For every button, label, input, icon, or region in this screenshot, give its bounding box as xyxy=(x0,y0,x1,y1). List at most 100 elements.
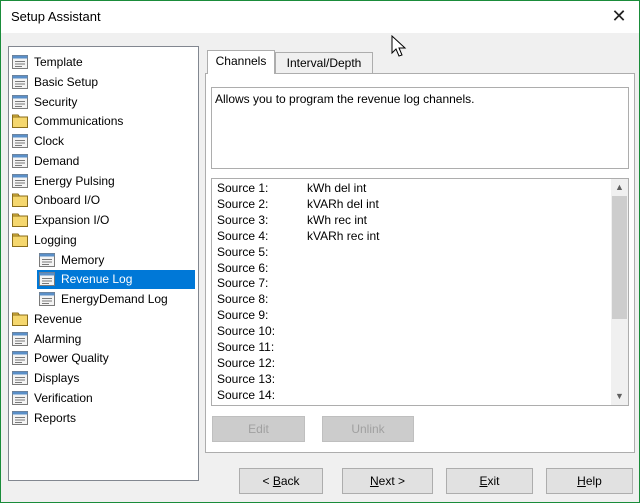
doc-icon xyxy=(39,272,55,287)
title-bar: Setup Assistant ✕ xyxy=(1,1,639,33)
tree-item-label: Logging xyxy=(34,232,77,247)
doc-icon xyxy=(39,252,55,267)
tree-item-label: Template xyxy=(34,55,83,69)
tree-item-label: Verification xyxy=(34,390,93,405)
source-value: kVARh del int xyxy=(307,196,379,211)
edit-button[interactable]: Edit xyxy=(212,416,305,442)
back-prefix: < xyxy=(262,474,273,488)
source-row[interactable]: Source 1: kWh del int xyxy=(217,181,607,196)
tree-item[interactable]: Revenue xyxy=(10,310,195,329)
source-row[interactable]: Source 6: xyxy=(217,261,607,276)
tree-item-label: Communications xyxy=(34,114,124,129)
scroll-thumb[interactable] xyxy=(612,196,627,319)
tree-item[interactable]: Memory xyxy=(37,251,195,270)
next-mnemonic: N xyxy=(369,474,379,488)
source-label: Source 1: xyxy=(217,181,269,195)
tree-item[interactable]: Logging xyxy=(10,231,195,250)
tab-channels[interactable]: Channels xyxy=(207,50,275,74)
folder-icon xyxy=(12,312,28,326)
source-row[interactable]: Source 2: kVARh del int xyxy=(217,197,607,212)
tree-item[interactable]: EnergyDemand Log xyxy=(37,290,195,309)
folder-icon xyxy=(12,213,28,227)
back-mnemonic: B xyxy=(272,474,281,488)
source-row[interactable]: Source 12: xyxy=(217,356,607,371)
tree-item-label: Energy Pulsing xyxy=(34,173,115,188)
doc-icon xyxy=(12,351,28,366)
source-row[interactable]: Source 7: xyxy=(217,276,607,291)
doc-icon xyxy=(12,371,28,385)
source-row[interactable]: Source 10: xyxy=(217,324,607,339)
tree-item[interactable]: Security xyxy=(10,93,195,112)
scroll-up-icon[interactable]: ▲ xyxy=(611,179,628,196)
doc-icon xyxy=(12,134,28,148)
help-button[interactable]: Help xyxy=(546,468,633,494)
source-row[interactable]: Source 9: xyxy=(217,308,607,323)
tree-item[interactable]: Displays xyxy=(10,369,195,388)
setup-tree[interactable]: Template Basic Setup Security Communication… xyxy=(8,46,199,481)
tree-item-label: Reports xyxy=(34,410,77,425)
tree-item[interactable]: Alarming xyxy=(10,330,195,349)
tree-item[interactable]: Clock xyxy=(10,132,195,151)
folder-icon xyxy=(12,193,28,208)
tree-item-label: Revenue xyxy=(34,311,83,326)
exit-mnemonic: E xyxy=(479,474,488,488)
tree-item[interactable]: Communications xyxy=(10,112,195,131)
source-row[interactable]: Source 3: kWh rec int xyxy=(217,213,607,228)
tree-item-label: Expansion I/O xyxy=(34,213,110,227)
tab-interval-depth[interactable]: Interval/Depth xyxy=(275,52,373,73)
doc-icon xyxy=(12,173,28,188)
source-label: Source 4: xyxy=(217,228,269,243)
tree-item[interactable]: Expansion I/O xyxy=(10,211,195,230)
tree-item[interactable]: Revenue Log xyxy=(37,270,195,290)
source-row[interactable]: Source 14: xyxy=(217,388,607,403)
doc-icon xyxy=(12,390,28,405)
source-label: Source 8: xyxy=(217,292,269,307)
help-rest: elp xyxy=(585,474,602,488)
source-row[interactable]: Source 8: xyxy=(217,292,607,307)
source-list[interactable]: ▲ ▼ Source 1: kWh del int Source 2: kVARh d… xyxy=(211,178,629,406)
list-scrollbar[interactable]: ▲ ▼ xyxy=(611,179,628,405)
scroll-down-icon[interactable]: ▼ xyxy=(611,388,628,405)
window-title: Setup Assistant xyxy=(11,9,101,24)
source-label: Source 13: xyxy=(217,371,276,386)
source-row[interactable]: Source 13: xyxy=(217,372,607,387)
back-button[interactable]: < Back xyxy=(239,468,323,494)
tree-item[interactable]: Demand xyxy=(10,152,195,171)
source-row[interactable]: Source 4: kVARh rec int xyxy=(217,229,607,244)
tree-item[interactable]: Reports xyxy=(10,409,195,428)
tree-item[interactable]: Energy Pulsing xyxy=(10,172,195,191)
doc-icon xyxy=(12,153,28,168)
tab-channels-label: Channels xyxy=(215,54,267,68)
source-row[interactable]: Source 11: xyxy=(217,340,607,355)
source-label: Source 2: xyxy=(217,196,269,211)
tree-item-label: Revenue Log xyxy=(61,272,133,287)
tree-item-label: Basic Setup xyxy=(34,74,99,89)
close-button[interactable]: ✕ xyxy=(599,1,639,33)
folder-icon xyxy=(12,114,28,129)
exit-rest: xit xyxy=(487,474,500,488)
folder-icon xyxy=(12,233,28,247)
tab-interval-depth-label: Interval/Depth xyxy=(286,56,362,70)
source-value: kVARh rec int xyxy=(307,228,380,243)
tree-item[interactable]: Power Quality xyxy=(10,349,195,368)
next-button[interactable]: Next > xyxy=(342,468,433,494)
source-label: Source 3: xyxy=(217,212,269,227)
doc-icon xyxy=(39,292,55,306)
doc-icon xyxy=(12,331,28,346)
tree-item[interactable]: Verification xyxy=(10,389,195,408)
setup-panel: Channels Interval/Depth Allows you to pr… xyxy=(205,48,635,453)
source-row[interactable]: Source 5: xyxy=(217,245,607,260)
back-rest: ack xyxy=(280,474,300,488)
doc-icon xyxy=(12,94,28,109)
doc-icon xyxy=(12,55,28,69)
exit-button[interactable]: Exit xyxy=(446,468,533,494)
unlink-button[interactable]: Unlink xyxy=(322,416,414,442)
tree-item-label: Demand xyxy=(34,153,80,168)
source-label: Source 5: xyxy=(217,244,269,259)
tree-item-label: EnergyDemand Log xyxy=(61,292,168,306)
doc-icon xyxy=(12,410,28,425)
tree-item[interactable]: Onboard I/O xyxy=(10,191,195,210)
description-text: Allows you to program the revenue log ch… xyxy=(215,92,475,106)
tree-item[interactable]: Template xyxy=(10,53,195,72)
tree-item[interactable]: Basic Setup xyxy=(10,73,195,92)
